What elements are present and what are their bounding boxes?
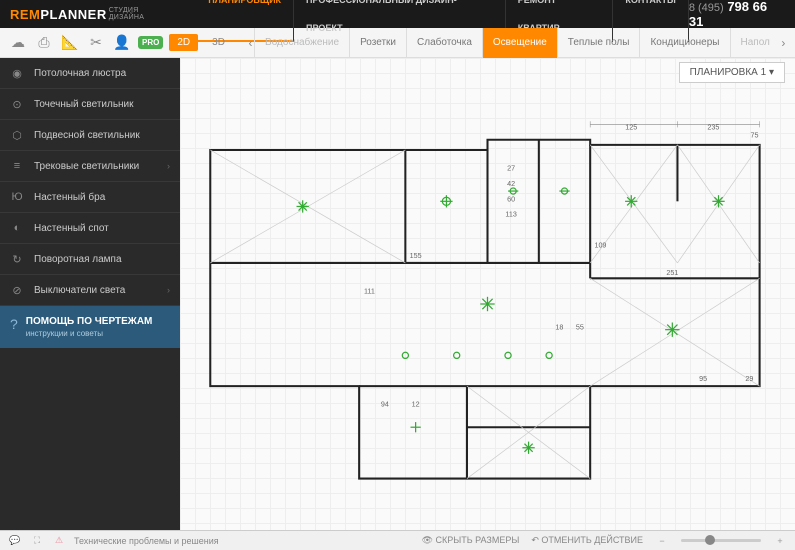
svg-text:251: 251: [666, 269, 678, 277]
svg-text:27: 27: [507, 165, 515, 173]
help-icon: ?: [10, 316, 18, 332]
sidebar-item-sconce[interactable]: ЮНастенный бра: [0, 182, 180, 213]
zoom-out-icon[interactable]: −: [655, 534, 669, 548]
cat-prev-icon[interactable]: ‹: [247, 36, 254, 50]
cat-warmfloor[interactable]: Теплые полы: [557, 28, 640, 58]
pro-badge[interactable]: PRO: [138, 36, 163, 49]
chevron-right-icon: ›: [167, 285, 170, 295]
svg-text:12: 12: [412, 401, 420, 409]
wallspot-icon: ◐: [10, 221, 24, 235]
logo-subtitle: СТУДИЯ ДИЗАЙНА: [109, 7, 177, 21]
chat-icon[interactable]: 💬: [8, 534, 22, 548]
chevron-down-icon: ▾: [769, 67, 774, 78]
svg-text:155: 155: [410, 252, 422, 260]
svg-text:18: 18: [555, 324, 563, 332]
lamp-icon: ◉: [10, 66, 24, 80]
svg-text:60: 60: [507, 195, 515, 203]
print-icon[interactable]: ⎙: [34, 33, 54, 53]
switch-icon: ⊘: [10, 283, 24, 297]
top-header: REMPLANNER СТУДИЯ ДИЗАЙНА ПЛАНИРОВЩИК ПР…: [0, 0, 795, 28]
svg-text:125: 125: [625, 123, 637, 131]
svg-text:109: 109: [594, 242, 606, 250]
tools-icon[interactable]: ✂: [86, 33, 106, 53]
svg-text:113: 113: [505, 211, 516, 219]
ruler-icon[interactable]: 📐: [60, 33, 80, 53]
cat-sockets[interactable]: Розетки: [349, 28, 406, 58]
sidebar-item-wallspot[interactable]: ◐Настенный спот: [0, 213, 180, 244]
svg-text:75: 75: [750, 132, 758, 140]
cat-water[interactable]: Водоснабжение: [254, 28, 349, 58]
svg-text:42: 42: [507, 180, 515, 188]
chevron-right-icon: ›: [167, 161, 170, 171]
tech-issues-link[interactable]: Технические проблемы и решения: [74, 536, 219, 546]
user-icon[interactable]: 👤: [112, 33, 132, 53]
sidebar-item-track[interactable]: ≡Трековые светильники›: [0, 151, 180, 182]
warning-icon[interactable]: ⚠: [52, 534, 66, 548]
svg-text:95: 95: [699, 375, 707, 383]
cat-lowvolt[interactable]: Слаботочка: [406, 28, 482, 58]
cloud-icon[interactable]: ☁: [8, 33, 28, 53]
sidebar-item-switches[interactable]: ⊘Выключатели света›: [0, 275, 180, 306]
fullscreen-icon[interactable]: ⛶: [30, 534, 44, 548]
svg-text:29: 29: [745, 375, 753, 383]
view-2d-button[interactable]: 2D: [169, 34, 198, 51]
logo[interactable]: REMPLANNER: [10, 7, 107, 22]
sidebar-item-pendant[interactable]: ⬡Подвесной светильник: [0, 120, 180, 151]
zoom-in-icon[interactable]: +: [773, 534, 787, 548]
sidebar-item-swivel[interactable]: ↻Поворотная лампа: [0, 244, 180, 275]
zoom-slider[interactable]: [681, 539, 761, 542]
svg-text:235: 235: [707, 123, 719, 131]
toolbar: ☁ ⎙ 📐 ✂ 👤 PRO 2D 3D ‹ Водоснабжение Розе…: [0, 28, 795, 58]
sconce-icon: Ю: [10, 190, 24, 204]
undo-button[interactable]: ↶ ОТМЕНИТЬ ДЕЙСТВИЕ: [531, 535, 643, 546]
sidebar: ◉Потолочная люстра ⊙Точечный светильник …: [0, 58, 180, 530]
plan-selector[interactable]: ПЛАНИРОВКА 1 ▾: [679, 62, 785, 83]
sidebar-item-ceiling-lamp[interactable]: ◉Потолочная люстра: [0, 58, 180, 89]
sidebar-help[interactable]: ? ПОМОЩЬ ПО ЧЕРТЕЖАМ инструкции и советы: [0, 306, 180, 348]
track-icon: ≡: [10, 159, 24, 173]
status-bar: 💬 ⛶ ⚠ Технические проблемы и решения 👁 С…: [0, 530, 795, 550]
sidebar-item-spot[interactable]: ⊙Точечный светильник: [0, 89, 180, 120]
cat-next-icon[interactable]: ›: [780, 36, 787, 50]
svg-text:94: 94: [381, 401, 389, 409]
cat-ac[interactable]: Кондиционеры: [639, 28, 729, 58]
svg-text:55: 55: [576, 324, 584, 332]
cat-lighting[interactable]: Освещение: [482, 28, 557, 58]
swivel-icon: ↻: [10, 252, 24, 266]
floorplan-drawing: 125 235 75 155 109 251 111 18 55 95 29 9…: [200, 98, 775, 510]
floorplan-canvas[interactable]: ПЛАНИРОВКА 1 ▾: [180, 58, 795, 530]
category-nav: ‹ Водоснабжение Розетки Слаботочка Освещ…: [247, 28, 787, 58]
svg-text:111: 111: [364, 288, 375, 296]
spot-icon: ⊙: [10, 97, 24, 111]
phone-number: 8 (495) 798 66 31: [689, 0, 785, 29]
view-3d-button[interactable]: 3D: [204, 34, 233, 51]
hide-dims-button[interactable]: 👁 СКРЫТЬ РАЗМЕРЫ: [422, 535, 520, 546]
cat-floor[interactable]: Напол: [730, 28, 780, 58]
pendant-icon: ⬡: [10, 128, 24, 142]
